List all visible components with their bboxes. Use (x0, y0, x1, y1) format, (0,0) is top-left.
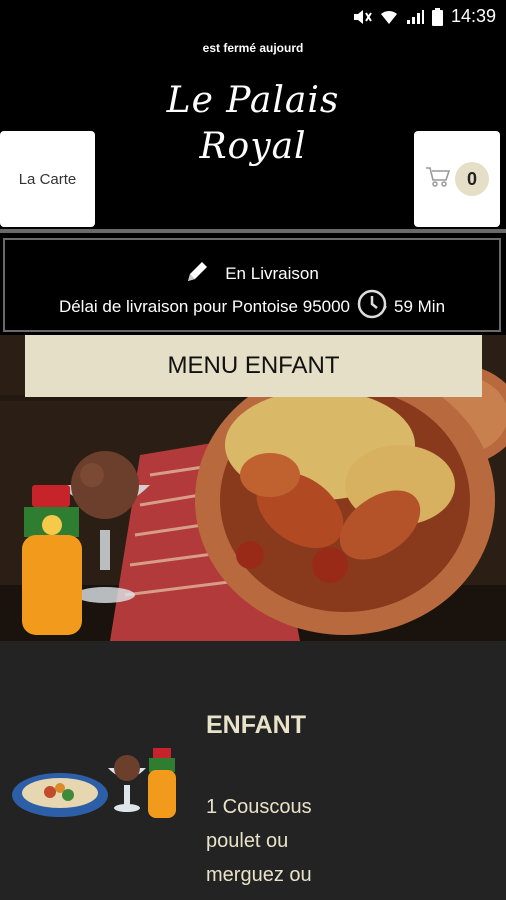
restaurant-logo: Le Palais Royal (140, 78, 366, 170)
status-time: 14:39 (450, 6, 496, 26)
cart-button[interactable]: 0 (414, 131, 500, 227)
la-carte-button[interactable]: La Carte (0, 131, 95, 227)
delivery-info-text: Délai de livraison pour Pontoise 95000 (58, 296, 351, 316)
mute-icon (352, 9, 372, 25)
pencil-icon[interactable] (185, 258, 211, 289)
delivery-mode-label: En Livraison (225, 263, 319, 283)
header-divider (0, 229, 506, 233)
status-bar: 14:39 (0, 0, 506, 36)
delivery-mode-row[interactable]: En Livraison (5, 258, 499, 289)
menu-category-banner: MENU ENFANT (25, 335, 482, 397)
delivery-time: 59 Min (394, 296, 446, 316)
closed-notice-marquee: est fermé aujourd (202, 41, 304, 55)
cart-icon (425, 165, 451, 194)
category-title[interactable]: ENFANT (206, 711, 306, 740)
signal-icon (406, 9, 424, 25)
la-carte-label: La Carte (18, 170, 77, 188)
cart-count-badge: 0 (455, 162, 489, 196)
battery-icon (431, 7, 443, 26)
delivery-panel[interactable]: En Livraison Délai de livraison pour Pon… (3, 238, 501, 332)
logo-line-1: Le Palais (166, 80, 340, 121)
menu-banner-title: MENU ENFANT (167, 352, 340, 379)
category-description: 1 Couscous poulet ou merguez ou (206, 796, 312, 886)
category-thumbnail[interactable] (10, 740, 180, 830)
clock-icon (356, 288, 388, 325)
logo-line-2: Royal (199, 126, 307, 167)
status-icons: 14:39 (352, 6, 496, 27)
wifi-icon (380, 9, 398, 25)
delivery-info-row: Délai de livraison pour Pontoise 95000 5… (5, 288, 499, 325)
